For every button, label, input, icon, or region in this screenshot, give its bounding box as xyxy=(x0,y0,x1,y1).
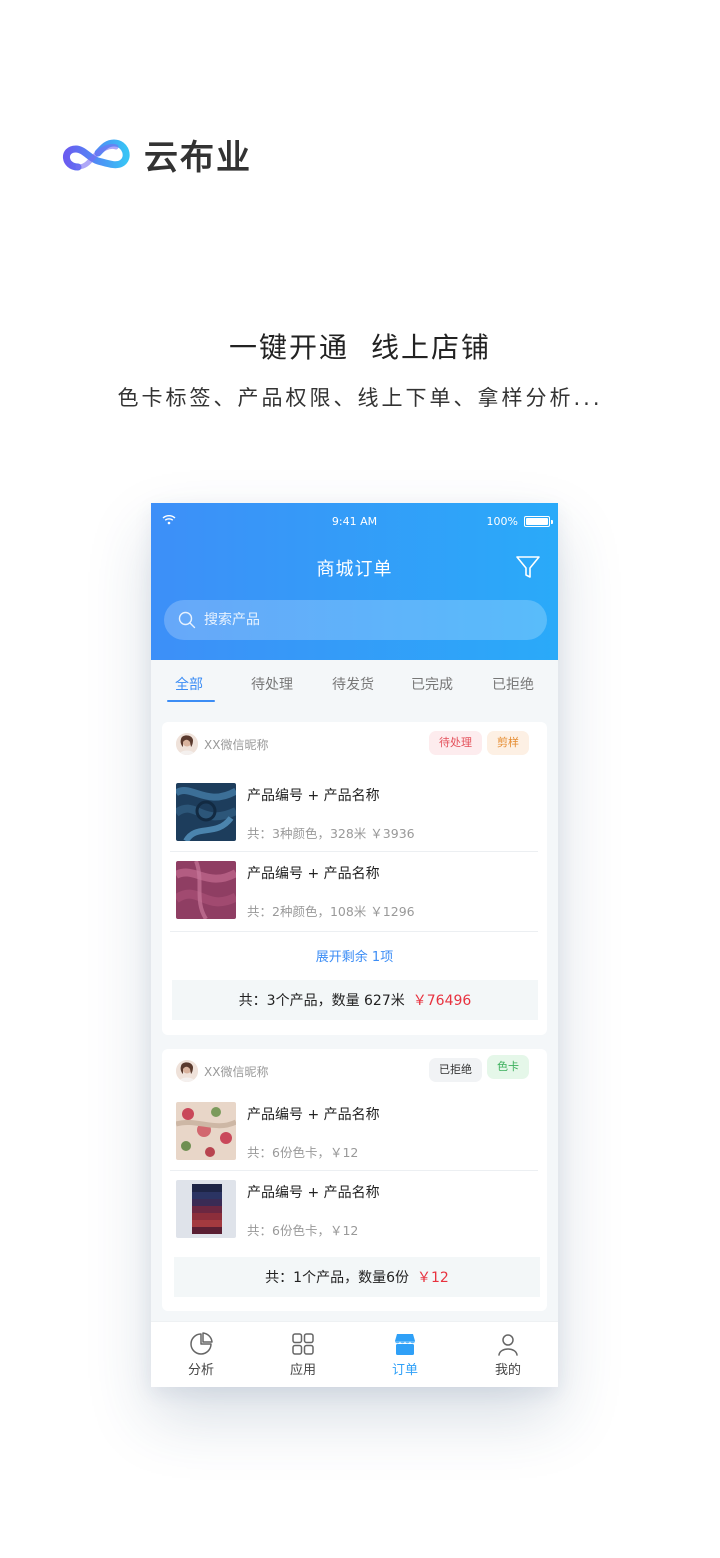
app-header: 9:41 AM 100% 商城订单 xyxy=(151,503,558,660)
order-item[interactable]: 产品编号 + 产品名称 共：6份色卡，￥12 xyxy=(176,1102,536,1168)
page-title: 商城订单 xyxy=(316,559,393,580)
expand-more-link[interactable]: 展开剩余 1项 xyxy=(162,946,547,965)
type-badge: 剪样 xyxy=(487,731,529,755)
customer-nickname: XX微信昵称 xyxy=(204,1065,269,1079)
battery-percent: 100% xyxy=(486,515,518,528)
headline-part-1: 一键开通 xyxy=(228,331,349,364)
tabbar-label: 分析 xyxy=(187,1363,214,1378)
item-meta: 共：2种颜色，108米 ￥1296 xyxy=(247,904,415,919)
order-item[interactable]: 产品编号 + 产品名称 共：2种颜色，108米 ￥1296 xyxy=(176,861,536,927)
active-tab-indicator xyxy=(167,700,215,702)
item-title: 产品编号 + 产品名称 xyxy=(247,788,380,804)
item-divider xyxy=(170,931,538,932)
fabric-thumbnail xyxy=(176,861,236,919)
fabric-thumbnail xyxy=(176,783,236,841)
headline-part-2: 线上店铺 xyxy=(371,331,492,364)
item-meta: 共：6份色卡，￥12 xyxy=(247,1145,359,1160)
hero-subline: 色卡标签、产品权限、线上下单、拿样分析... xyxy=(117,386,603,410)
status-tabs: 全部 待处理 待发货 已完成 已拒绝 xyxy=(151,660,558,708)
item-meta: 共：6份色卡，￥12 xyxy=(247,1223,359,1238)
status-badge: 已拒绝 xyxy=(429,1058,482,1082)
order-summary: 共：3个产品，数量 627米 ￥76496 xyxy=(172,980,538,1020)
summary-text: 共：1个产品，数量6份 xyxy=(265,1270,409,1286)
battery-icon xyxy=(524,516,553,527)
fabric-thumbnail xyxy=(176,1180,236,1238)
phone-mockup: 9:41 AM 100% 商城订单 全部 待处理 待发货 已完成 已拒绝 xyxy=(151,503,558,1387)
type-badge: 色卡 xyxy=(487,1055,529,1079)
tabbar-label: 应用 xyxy=(289,1363,316,1378)
search-input[interactable] xyxy=(204,612,504,628)
tab-rejected[interactable]: 已拒绝 xyxy=(492,674,534,694)
brand-logo: 云布业 xyxy=(58,130,252,179)
customer-nickname: XX微信昵称 xyxy=(204,738,269,752)
user-icon xyxy=(498,1334,518,1356)
tabbar-item-apps[interactable]: 应用 xyxy=(253,1322,353,1387)
order-header: XX微信昵称 待处理 剪样 xyxy=(162,722,547,766)
order-item[interactable]: 产品编号 + 产品名称 共：3种颜色，328米 ￥3936 xyxy=(176,783,536,849)
summary-price: ￥12 xyxy=(417,1270,449,1286)
tab-to-ship[interactable]: 待发货 xyxy=(332,674,374,694)
tabbar-label: 我的 xyxy=(494,1363,521,1378)
grid-icon xyxy=(292,1333,314,1355)
bottom-tab-bar: 分析 应用 订单 我的 xyxy=(151,1321,558,1387)
order-item[interactable]: 产品编号 + 产品名称 共：6份色卡，￥12 xyxy=(176,1180,536,1246)
item-divider xyxy=(170,1170,538,1171)
order-card[interactable]: XX微信昵称 待处理 剪样 产品编号 + 产品名称 共：3种颜色，328米 ￥3… xyxy=(162,722,547,1035)
order-card[interactable]: XX微信昵称 已拒绝 色卡 产品编号 + 产品名称 共：6份色卡，￥12 产品编… xyxy=(162,1049,547,1311)
item-title: 产品编号 + 产品名称 xyxy=(247,1185,380,1201)
tab-completed[interactable]: 已完成 xyxy=(411,674,453,694)
summary-price: ￥76496 xyxy=(412,993,472,1009)
item-divider xyxy=(170,851,538,852)
item-title: 产品编号 + 产品名称 xyxy=(247,866,380,882)
store-icon xyxy=(395,1334,415,1355)
item-meta: 共：3种颜色，328米 ￥3936 xyxy=(247,826,415,841)
order-summary: 共：1个产品，数量6份 ￥12 xyxy=(174,1257,540,1297)
tabbar-item-orders[interactable]: 订单 xyxy=(355,1322,455,1387)
fabric-thumbnail xyxy=(176,1102,236,1160)
avatar xyxy=(176,733,198,755)
avatar xyxy=(176,1060,198,1082)
item-title: 产品编号 + 产品名称 xyxy=(247,1107,380,1123)
hero-headline: 一键开通 线上店铺 xyxy=(0,326,720,366)
tab-all[interactable]: 全部 xyxy=(175,674,203,694)
tabbar-item-me[interactable]: 我的 xyxy=(458,1322,558,1387)
tabbar-label: 订单 xyxy=(391,1363,418,1378)
search-icon xyxy=(178,611,196,629)
filter-icon[interactable] xyxy=(514,553,542,581)
brand-name: 云布业 xyxy=(144,138,252,178)
cloud-infinity-logo-icon xyxy=(63,138,130,170)
status-bar: 9:41 AM 100% xyxy=(151,513,558,531)
pie-chart-icon xyxy=(190,1332,213,1355)
search-bar[interactable] xyxy=(164,600,547,640)
tabbar-item-analysis[interactable]: 分析 xyxy=(151,1322,251,1387)
summary-text: 共：3个产品，数量 627米 xyxy=(238,993,405,1009)
tab-pending[interactable]: 待处理 xyxy=(251,674,293,694)
order-header: XX微信昵称 已拒绝 色卡 xyxy=(162,1049,547,1093)
status-badge: 待处理 xyxy=(429,731,482,755)
